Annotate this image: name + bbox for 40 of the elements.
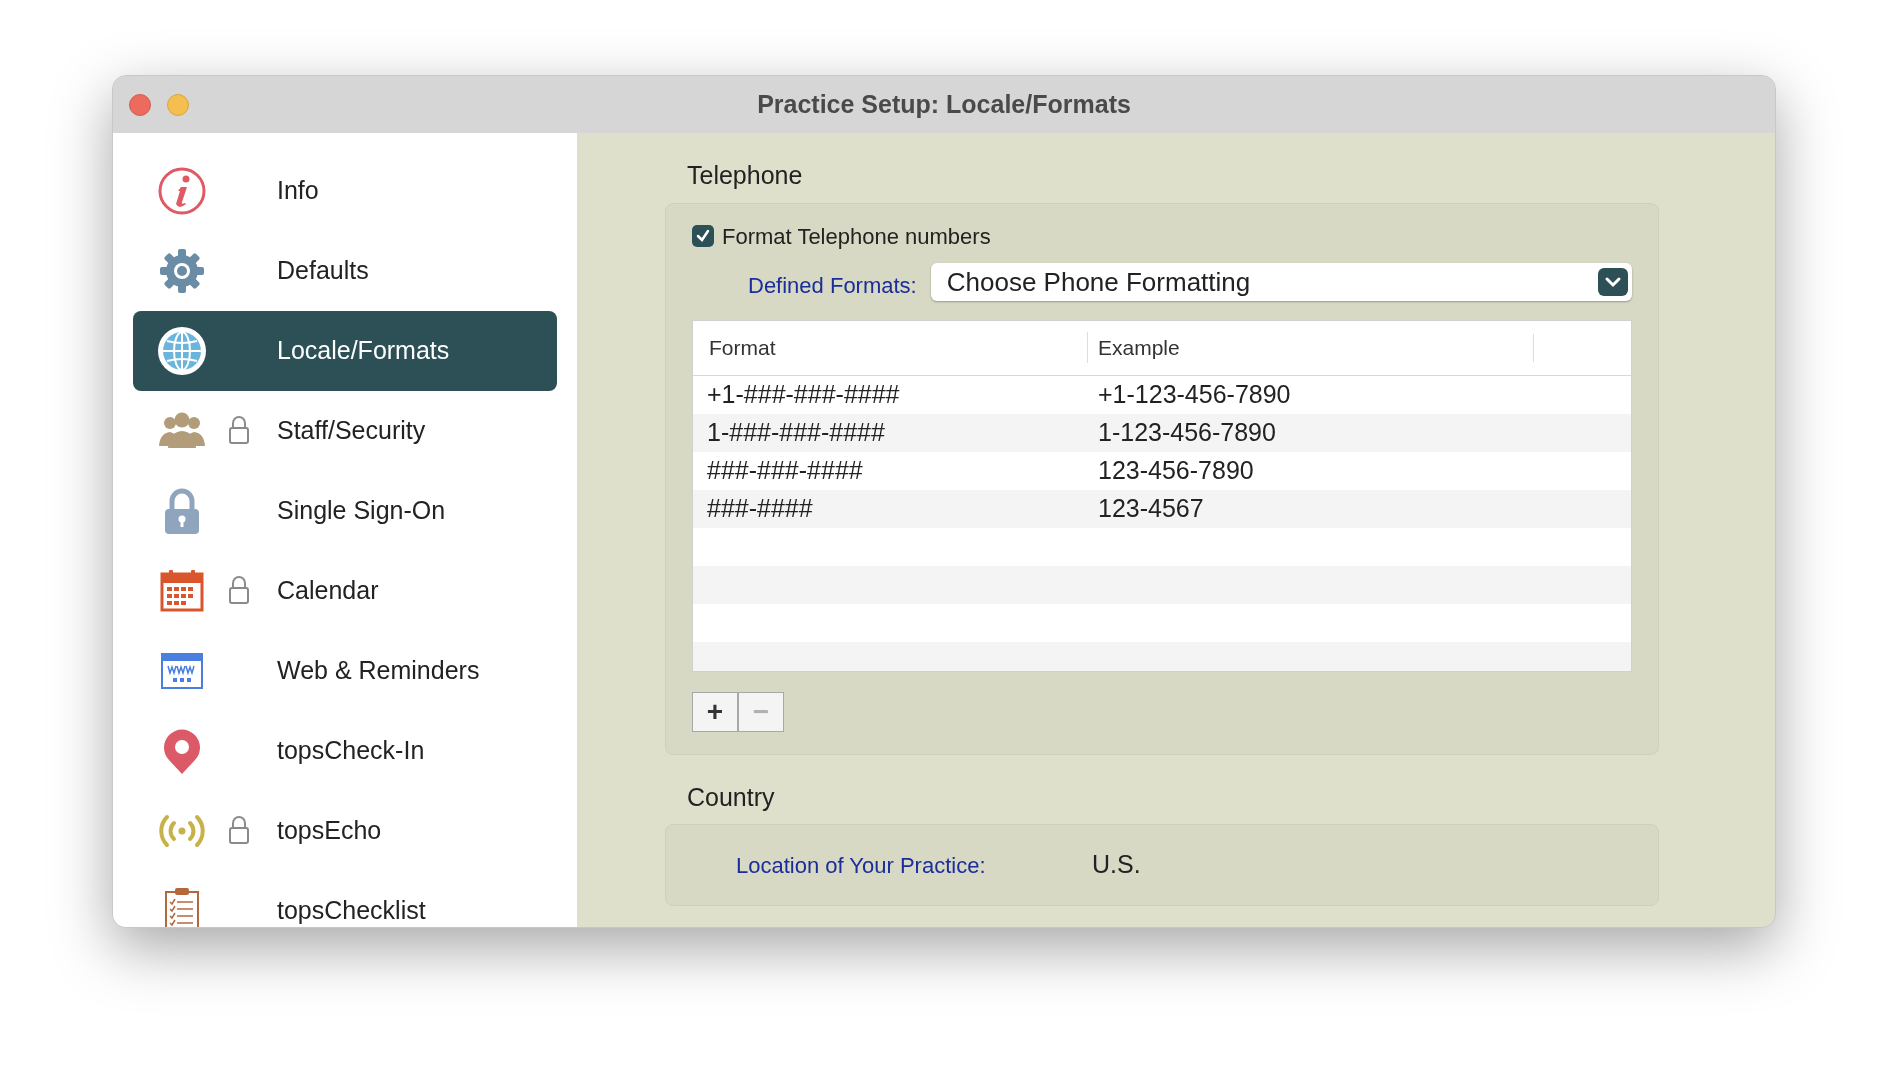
table-cell-text: +1-123-456-7890 xyxy=(1097,378,1291,410)
table-row[interactable] xyxy=(693,641,1631,671)
field-label: Defined Formats: xyxy=(748,271,917,300)
sidebar-item[interactable]: topsCheck-In xyxy=(133,711,557,791)
checkbox[interactable] xyxy=(692,225,714,247)
close-button[interactable] xyxy=(129,94,151,116)
add-button[interactable]: + xyxy=(692,691,738,732)
table-cell-text: ###-#### xyxy=(706,492,814,524)
table-row[interactable] xyxy=(693,565,1631,604)
field-value: U.S. xyxy=(1092,849,1141,881)
table-cell-text: +1-###-###-#### xyxy=(706,378,901,410)
sidebar-item[interactable]: Defaults xyxy=(133,231,557,311)
sidebar-item[interactable]: Single Sign-On xyxy=(133,471,557,551)
checkbox-label: Format Telephone numbers xyxy=(722,222,991,251)
table-cell-text: 123-4567 xyxy=(1097,492,1204,524)
window-title: Practice Setup: Locale/Formats xyxy=(757,88,1131,120)
table-cell-text: 1-###-###-#### xyxy=(706,416,886,448)
section-heading: Country xyxy=(686,781,776,813)
sidebar-item[interactable]: Calendar xyxy=(133,551,557,631)
table-cell-text: ###-###-#### xyxy=(706,454,864,486)
info-icon xyxy=(157,166,207,216)
table-cell-text: 1-123-456-7890 xyxy=(1097,416,1276,448)
minimize-button[interactable] xyxy=(167,94,189,116)
sidebar-item[interactable]: topsEcho xyxy=(133,791,557,871)
column-header[interactable]: Format xyxy=(693,331,1087,364)
table-row[interactable]: ###-#### 123-4567 xyxy=(693,489,1631,528)
format-dropdown[interactable]: Choose Phone Formatting xyxy=(930,263,1632,301)
sidebar-item[interactable]: Staff/Security xyxy=(133,391,557,471)
section-heading: Telephone xyxy=(686,160,804,191)
field-label: Location of Your Practice: xyxy=(736,851,987,880)
globe-icon xyxy=(157,326,207,376)
sidebar-item[interactable]: topsChecklist xyxy=(133,871,557,927)
table-cell-text: 123-456-7890 xyxy=(1097,454,1254,486)
sidebar-item[interactable]: Locale/Formats xyxy=(133,311,557,391)
table-row[interactable]: 1-###-###-#### 1-123-456-7890 xyxy=(693,413,1631,452)
column-header[interactable]: Example xyxy=(1087,331,1533,364)
chevron-icon xyxy=(1598,268,1628,296)
gear-icon xyxy=(157,246,207,296)
sidebar-item[interactable]: Web & Reminders xyxy=(133,631,557,711)
sidebar-item[interactable]: Info xyxy=(133,151,557,231)
